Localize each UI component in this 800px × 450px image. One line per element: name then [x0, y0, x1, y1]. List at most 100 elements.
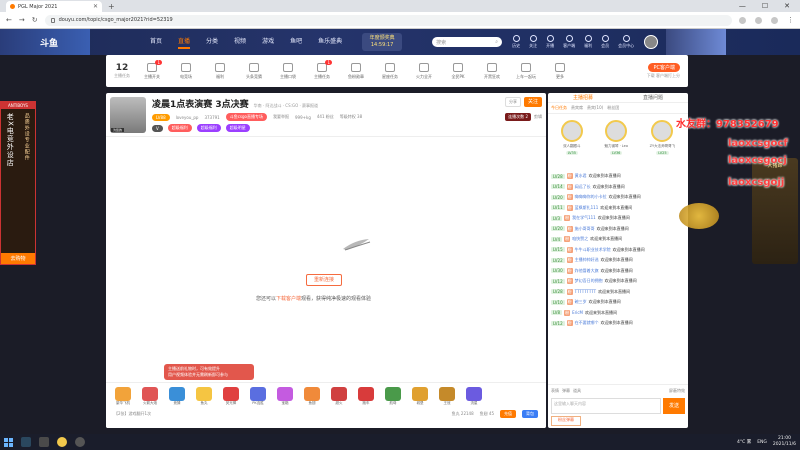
toolbar-item[interactable]: 1 主播开关 — [139, 59, 165, 80]
fan-club-pill[interactable]: 斗鱼csgo直播专场 — [225, 113, 268, 121]
gift-item[interactable]: 超火 — [328, 387, 350, 406]
steam-icon[interactable] — [21, 437, 31, 447]
nav-item[interactable]: 视频 — [234, 36, 246, 49]
message-username[interactable]: 在不要就哪个 — [575, 320, 599, 326]
search-icon[interactable]: ⌕ — [495, 39, 498, 45]
countdown-promo[interactable]: 年度颁奖典 14:59:17 — [362, 33, 403, 51]
follow-button[interactable]: 关注 — [523, 97, 542, 107]
header-banner[interactable] — [666, 29, 727, 55]
recharge-button[interactable]: 充值 — [500, 410, 516, 418]
windows-start-icon[interactable] — [4, 437, 13, 447]
bookmark-icon[interactable] — [739, 16, 746, 24]
gift-item[interactable]: PK连胜 — [247, 387, 269, 406]
message-username[interactable]: 碗三岁 — [575, 299, 587, 305]
gift-item[interactable]: 豪华飞机 — [112, 387, 134, 406]
tab-live-issue[interactable]: 直播问题 — [618, 93, 688, 102]
chat-subtab[interactable]: 今日任务 — [551, 105, 567, 111]
message-username[interactable]: 施小哥哥哥 — [575, 226, 595, 232]
pc-client[interactable]: PC客户端 下载 客户端打上分 — [647, 63, 680, 79]
bonus-pill-1[interactable]: 超级福利 — [167, 124, 192, 132]
chat-input[interactable]: 这里输入聊天内容 — [551, 398, 661, 414]
nav-item[interactable]: 直播 — [178, 36, 191, 49]
message-username[interactable]: 牛牛斗职业技术学院 — [575, 247, 611, 253]
chat-subtab[interactable]: 粉丝团 — [607, 105, 619, 111]
anchor-level[interactable]: 12 主播任务 — [114, 63, 130, 79]
props-button[interactable]: 道具 — [573, 388, 581, 394]
file-explorer-icon[interactable] — [39, 437, 49, 447]
gift-item[interactable]: 宝箱 — [274, 387, 296, 406]
toolbar-item[interactable]: 开黑狂欢 — [479, 62, 505, 80]
download-client-link[interactable]: 下载客户端 — [276, 296, 301, 302]
chat-subtab[interactable]: 贵宾席 — [571, 105, 583, 111]
toolbar-item[interactable]: 主播口袋 — [275, 62, 301, 80]
new-tab-icon[interactable]: + — [108, 2, 115, 11]
header-icon-item[interactable]: 历史 — [512, 35, 520, 49]
site-search-input[interactable]: 搜索 ⌕ — [432, 37, 503, 47]
video-area[interactable]: 重新连接 您还可以下载客户端观看，获得纯净极速的观看体验 主播送前礼物时，可有效… — [106, 137, 546, 382]
gift-item[interactable]: 跑车 — [355, 387, 377, 406]
toolbar-item[interactable]: 电竞场 — [173, 62, 199, 80]
top-fan[interactable]: 双人翻跟斗 LV35 — [560, 120, 583, 164]
chrome-icon[interactable] — [57, 437, 67, 447]
fan-barrage-button[interactable]: 粉丝弹幕 — [551, 416, 581, 426]
bonus-pill-3[interactable]: 超级明星 — [225, 124, 250, 132]
nav-item[interactable]: 首页 — [150, 36, 162, 49]
message-username[interactable]: TTTTTTTTT — [575, 289, 596, 294]
nav-item[interactable]: 分类 — [206, 36, 218, 49]
toolbar-item[interactable]: 头条竞猜 — [241, 62, 267, 80]
clip-button[interactable]: 剪辑 — [534, 114, 542, 120]
gift-item[interactable]: 鱼丸 — [193, 387, 215, 406]
back-icon[interactable]: ← — [6, 16, 12, 24]
header-icon-item[interactable]: 开播 — [546, 35, 554, 49]
browser-tab[interactable]: PGL Major 2021 ✕ — [6, 1, 102, 12]
backpack-button[interactable]: 背包 — [522, 410, 538, 418]
toolbar-item[interactable]: 上车一起玩 — [513, 62, 539, 80]
minimize-button[interactable]: — — [739, 2, 746, 10]
profile-icon[interactable] — [771, 16, 778, 24]
gift-item[interactable]: 城堡 — [409, 387, 431, 406]
menu-icon[interactable]: ⋮ — [787, 16, 794, 24]
chat-subtab[interactable]: 贵宾(10) — [587, 105, 603, 111]
message-username[interactable]: 主播帅帅好选 — [575, 257, 599, 263]
gift-item[interactable]: 鱼翅 — [301, 387, 323, 406]
toolbar-item[interactable]: 更多 — [547, 62, 573, 80]
gift-item[interactable]: 航母 — [382, 387, 404, 406]
language-indicator[interactable]: ENG — [757, 440, 767, 445]
bonus-pill-2[interactable]: 超级福利 — [196, 124, 221, 132]
tab-recruit[interactable]: 主播招募 — [548, 93, 618, 102]
maximize-button[interactable]: ☐ — [762, 2, 768, 10]
close-window-button[interactable]: ✕ — [784, 2, 790, 10]
message-username[interactable]: 我在学气111 — [572, 215, 596, 221]
message-username[interactable]: 蓝枫斯扎111 — [575, 205, 599, 211]
nav-item[interactable]: 鱼乐盛典 — [318, 36, 342, 49]
forward-icon[interactable]: → — [19, 16, 25, 24]
reload-icon[interactable]: ↻ — [32, 16, 38, 24]
left-shop-ad[interactable]: ANTIBOYS 老X电竞外设店 品质外设专业配件 去购物 — [0, 101, 36, 265]
right-side-ad[interactable]: 大猪蹄 — [752, 158, 798, 264]
top-fan[interactable]: 魅力钢琴 · Leo LV36 — [604, 120, 628, 164]
block-effects-toggle[interactable]: 屏蔽特效 — [669, 388, 685, 394]
streamer-avatar[interactable]: 为您的 — [110, 97, 146, 133]
user-avatar[interactable] — [644, 35, 659, 49]
nav-item[interactable]: 鱼吧 — [290, 36, 302, 49]
extension-icon[interactable] — [755, 16, 762, 24]
gift-item[interactable]: 竞猜 — [166, 387, 188, 406]
site-logo[interactable]: 斗鱼 — [0, 29, 90, 55]
toolbar-item[interactable]: 1 主播任务 — [309, 59, 335, 80]
send-button[interactable]: 发送 — [663, 398, 685, 414]
header-icon-item[interactable]: 客户端 — [563, 35, 575, 49]
reconnect-button[interactable]: 重新连接 — [306, 274, 342, 286]
header-icon-item[interactable]: 会员中心 — [618, 35, 634, 49]
message-username[interactable]: 嗨嗨嗨你的小卡拉 — [575, 194, 607, 200]
message-username[interactable]: 阔远了长 — [575, 184, 591, 190]
shop-button[interactable]: 去购物 — [1, 253, 35, 264]
message-username[interactable]: 黄水君 — [575, 173, 587, 179]
gift-item[interactable]: 王冠 — [436, 387, 458, 406]
toolbar-item[interactable]: 鱼粉勋章 — [343, 62, 369, 80]
pc-client-button[interactable]: PC客户端 — [648, 63, 680, 72]
top-fan[interactable]: ZY大法师哥哥飞 LV25 — [650, 120, 675, 164]
close-tab-icon[interactable]: ✕ — [93, 3, 98, 10]
toolbar-item[interactable]: 福利 — [207, 62, 233, 80]
url-field[interactable]: douyu.com/topic/csgo_major2021?rid=52319 — [44, 14, 732, 26]
report-link[interactable]: 我要举报 — [273, 114, 289, 120]
